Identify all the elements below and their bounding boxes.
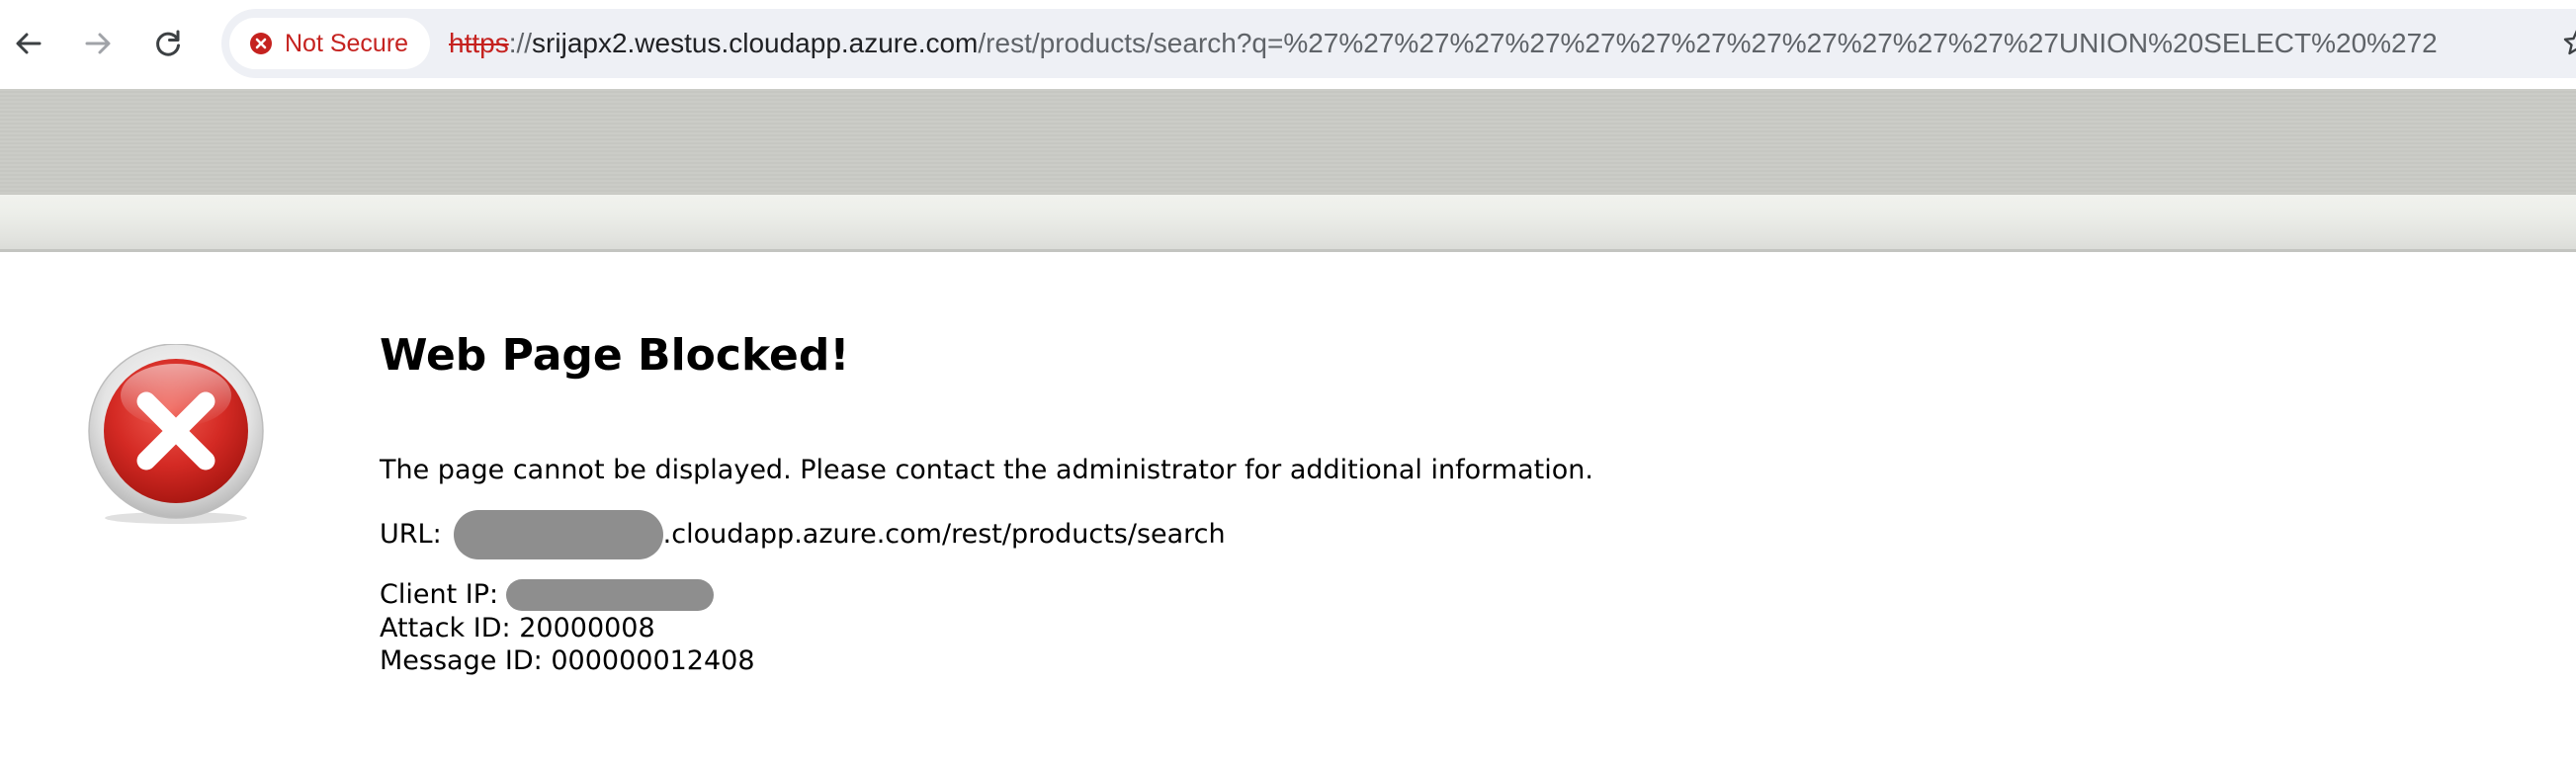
url-host: srijapx2.westus.cloudapp.azure.com	[532, 28, 979, 58]
security-chip[interactable]: Not Secure	[229, 18, 431, 69]
blocked-url-value: .cloudapp.azure.com/rest/products/search	[662, 519, 1226, 550]
banner-divider	[0, 249, 2576, 252]
arrow-right-icon	[85, 33, 111, 54]
page-header-banner	[0, 89, 2576, 252]
url-scheme: https	[449, 28, 509, 58]
star-icon[interactable]	[2562, 28, 2576, 57]
back-button[interactable]	[0, 15, 57, 72]
block-page-content: Web Page Blocked! The page cannot be dis…	[380, 326, 1593, 676]
message-id-line: Message ID: 000000012408	[380, 644, 755, 678]
not-secure-label: Not Secure	[285, 29, 409, 57]
redacted-subdomain	[453, 510, 663, 559]
arrow-left-icon	[16, 33, 42, 54]
message-id-value: 000000012408	[551, 645, 755, 676]
attack-id-line: Attack ID: 20000008	[380, 612, 655, 645]
url-path: /rest/products/search?q=%27%27%27%27%27%…	[978, 28, 2438, 58]
client-ip-line: Client IP:	[380, 578, 715, 612]
redacted-client-ip	[506, 579, 715, 611]
address-bar[interactable]: Not Secure https://srijapx2.westus.cloud…	[221, 9, 2576, 78]
url-text[interactable]: https://srijapx2.westus.cloudapp.azure.c…	[449, 9, 2438, 78]
forward-button[interactable]	[69, 15, 127, 72]
warning-circle-icon	[250, 33, 272, 54]
error-x-icon	[88, 344, 264, 524]
browser-toolbar: Not Secure https://srijapx2.westus.cloud…	[0, 0, 2576, 89]
reload-icon	[156, 30, 180, 56]
attack-id-value: 20000008	[519, 613, 655, 643]
client-ip-label: Client IP:	[380, 579, 499, 610]
block-message: The page cannot be displayed. Please con…	[380, 455, 1593, 485]
message-id-label: Message ID:	[380, 645, 543, 676]
attack-id-label: Attack ID:	[380, 613, 511, 643]
banner-upper-band	[0, 89, 2576, 195]
page-title: Web Page Blocked!	[380, 330, 850, 381]
url-label: URL:	[380, 519, 442, 550]
blocked-url-line: URL: .cloudapp.azure.com/rest/products/s…	[380, 510, 1226, 559]
banner-lower-band	[0, 195, 2576, 252]
url-separator: ://	[508, 28, 533, 58]
reload-button[interactable]	[139, 15, 197, 72]
